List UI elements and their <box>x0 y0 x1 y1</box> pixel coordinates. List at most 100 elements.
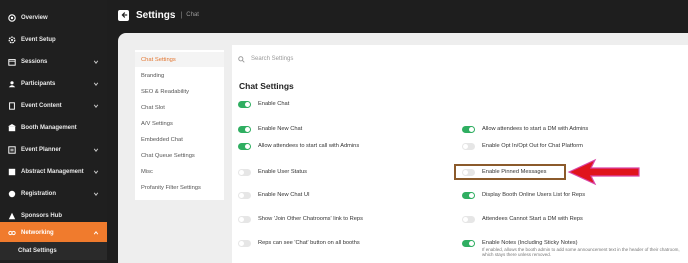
sidebar-item-label: Registration <box>21 191 57 197</box>
sidebar-item-booth-management[interactable]: Booth Management <box>0 117 107 139</box>
option-attendees-cannot-dm: Attendees Cannot Start a DM with Reps <box>462 216 583 223</box>
option-show-join-other: Show 'Join Other Chatrooms' link to Reps <box>238 216 363 223</box>
option-enable-notes: Enable Notes (Including Sticky Notes) If… <box>462 240 682 257</box>
toggle-switch[interactable] <box>238 143 251 150</box>
section-title: Chat Settings <box>239 81 294 91</box>
toggle-switch[interactable] <box>238 101 251 108</box>
option-text: Enable Notes (Including Sticky Notes) If… <box>482 240 682 257</box>
subnav-item-seo[interactable]: SEO & Readability <box>135 84 224 99</box>
option-description: If enabled, allows the booth admin to ad… <box>482 247 680 257</box>
sidebar-item-event-setup[interactable]: Event Setup <box>0 29 107 51</box>
sponsor-icon <box>8 212 16 220</box>
sidebar: Overview Event Setup Sessions Participan… <box>0 0 107 263</box>
option-label: Enable New Chat <box>258 126 303 132</box>
option-enable-new-chat: Enable New Chat <box>238 126 302 133</box>
settings-content <box>232 45 688 263</box>
sidebar-item-label: Booth Management <box>21 125 77 131</box>
option-label: Enable New Chat UI <box>258 192 310 198</box>
option-enable-opt-in: Enable Opt In/Opt Out for Chat Platform <box>462 143 583 150</box>
chevron-up-icon <box>93 231 99 235</box>
subnav-item-branding[interactable]: Branding <box>135 68 224 83</box>
settings-subnav: Chat Settings Branding SEO & Readability… <box>135 50 224 200</box>
app-root: Overview Event Setup Sessions Participan… <box>0 0 688 263</box>
sidebar-item-label: Event Planner <box>21 147 62 153</box>
sidebar-item-label: Event Content <box>21 103 62 109</box>
option-enable-chat: Enable Chat <box>238 101 289 108</box>
chevron-down-icon <box>93 192 99 196</box>
toggle-switch[interactable] <box>238 240 251 247</box>
chevron-down-icon <box>93 148 99 152</box>
option-label: Show 'Join Other Chatrooms' link to Reps <box>258 216 363 222</box>
sidebar-item-label: Networking <box>21 230 54 236</box>
toggle-switch[interactable] <box>462 126 475 133</box>
option-label: Enable Opt In/Opt Out for Chat Platform <box>482 143 583 149</box>
option-label: Reps can see 'Chat' button on all booths <box>258 240 360 246</box>
sidebar-item-event-planner[interactable]: Event Planner <box>0 139 107 161</box>
subnav-item-chat-queue[interactable]: Chat Queue Settings <box>135 148 224 163</box>
subnav-item-chat-settings[interactable]: Chat Settings <box>135 52 224 67</box>
option-label: Enable Notes (Including Sticky Notes) <box>482 240 578 246</box>
sidebar-item-participants[interactable]: Participants <box>0 73 107 95</box>
back-button[interactable] <box>118 9 129 21</box>
sidebar-item-overview[interactable]: Overview <box>0 7 107 29</box>
subnav-item-embedded-chat[interactable]: Embedded Chat <box>135 132 224 147</box>
doc-icon <box>8 102 16 110</box>
toggle-switch[interactable] <box>462 143 475 150</box>
chevron-down-icon <box>93 82 99 86</box>
sidebar-item-abstract-management[interactable]: Abstract Management <box>0 161 107 183</box>
option-display-booth-online: Display Booth Online Users List for Reps <box>462 192 585 199</box>
option-label: Display Booth Online Users List for Reps <box>482 192 586 198</box>
planner-icon <box>8 146 16 154</box>
sidebar-item-networking[interactable]: Networking <box>0 222 107 244</box>
option-label: Enable Chat <box>258 101 290 107</box>
chevron-down-icon <box>93 170 99 174</box>
toggle-switch[interactable] <box>238 126 251 133</box>
registration-icon <box>8 190 16 198</box>
search-icon <box>238 55 245 63</box>
sidebar-item-label: Event Setup <box>21 37 56 43</box>
link-icon <box>8 229 16 237</box>
sidebar-item-event-content[interactable]: Event Content <box>0 95 107 117</box>
subnav-item-chat-slot[interactable]: Chat Slot <box>135 100 224 115</box>
toggle-switch[interactable] <box>462 192 475 199</box>
toggle-switch[interactable] <box>238 169 251 176</box>
booth-icon <box>8 124 16 132</box>
subnav-item-profanity[interactable]: Profanity Filter Settings <box>135 180 224 195</box>
search-input[interactable]: Search Settings <box>238 52 688 66</box>
sidebar-item-label: Sessions <box>21 59 48 65</box>
subnav-item-av-settings[interactable]: A/V Settings <box>135 116 224 131</box>
page-header: Settings | Chat <box>107 0 688 30</box>
subnav-item-misc[interactable]: Misc <box>135 164 224 179</box>
gear-icon <box>8 36 16 44</box>
chevron-down-icon <box>93 104 99 108</box>
option-enable-new-chat-ui: Enable New Chat UI <box>238 192 310 199</box>
sidebar-item-sessions[interactable]: Sessions <box>0 51 107 73</box>
sidebar-item-label: Participants <box>21 81 56 87</box>
option-label: Enable User Status <box>258 169 308 175</box>
sidebar-subitem-chat-settings[interactable]: Chat Settings <box>0 242 107 260</box>
breadcrumb-separator: | <box>180 11 183 19</box>
toggle-switch[interactable] <box>462 216 475 223</box>
arrow-left-icon <box>121 12 127 18</box>
option-enable-user-status: Enable User Status <box>238 169 307 176</box>
toggle-switch[interactable] <box>238 216 251 223</box>
option-allow-call-admins: Allow attendees to start call with Admin… <box>238 143 359 150</box>
sidebar-item-label: Abstract Management <box>21 169 84 175</box>
breadcrumb: Chat <box>186 12 199 18</box>
toggle-switch[interactable] <box>462 240 475 247</box>
chevron-down-icon <box>93 60 99 64</box>
users-icon <box>8 80 16 88</box>
highlight-box <box>454 164 566 180</box>
option-reps-chat-button: Reps can see 'Chat' button on all booths <box>238 240 360 247</box>
sidebar-item-label: Sponsors Hub <box>21 213 63 219</box>
toggle-switch[interactable] <box>238 192 251 199</box>
page-title: Settings <box>136 9 176 21</box>
sidebar-item-label: Overview <box>21 15 48 21</box>
option-label: Allow attendees to start call with Admin… <box>258 143 360 149</box>
red-arrow-annotation <box>567 158 640 186</box>
overview-icon <box>8 14 16 22</box>
option-label: Attendees Cannot Start a DM with Reps <box>482 216 583 222</box>
search-placeholder: Search Settings <box>251 56 294 62</box>
sidebar-item-registration[interactable]: Registration <box>0 183 107 205</box>
calendar-icon <box>8 58 16 66</box>
